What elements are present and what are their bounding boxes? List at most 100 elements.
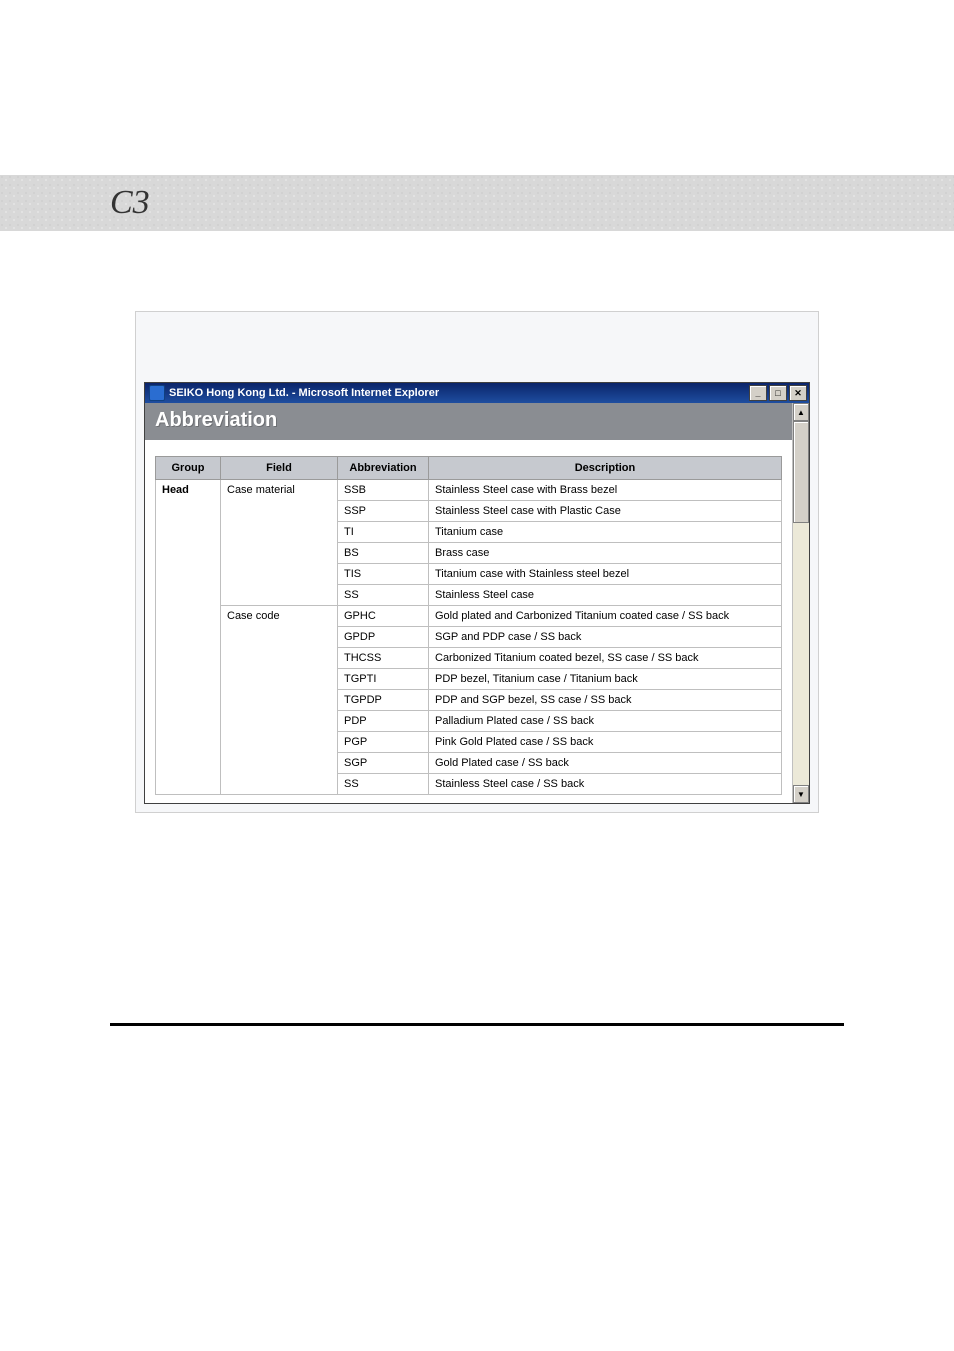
cell-abbr: TIS	[338, 564, 429, 585]
cell-desc: Gold Plated case / SS back	[429, 753, 782, 774]
cell-desc: Brass case	[429, 543, 782, 564]
table-row: SSPStainless Steel case with Plastic Cas…	[156, 501, 782, 522]
window-buttons: _ □ ✕	[749, 385, 807, 401]
cell-field: Case code	[221, 606, 338, 627]
table-row: BSBrass case	[156, 543, 782, 564]
cell-abbr: PDP	[338, 711, 429, 732]
cell-field	[221, 648, 338, 669]
cell-abbr: SS	[338, 585, 429, 606]
screenshot-frame: SEIKO Hong Kong Ltd. - Microsoft Interne…	[135, 311, 819, 813]
table-row: TISTitanium case with Stainless steel be…	[156, 564, 782, 585]
scroll-thumb[interactable]	[793, 421, 809, 523]
col-header-group: Group	[156, 457, 221, 480]
page-header-band: C3	[0, 175, 954, 231]
cell-desc: PDP and SGP bezel, SS case / SS back	[429, 690, 782, 711]
cell-field	[221, 690, 338, 711]
cell-desc: Stainless Steel case	[429, 585, 782, 606]
content-area: Abbreviation Group Field Abbreviation De…	[145, 403, 792, 803]
cell-group	[156, 648, 221, 669]
cell-field: Case material	[221, 480, 338, 501]
vertical-scrollbar[interactable]: ▲ ▼	[792, 403, 809, 803]
scroll-down-button[interactable]: ▼	[793, 785, 809, 803]
table-row: SGPGold Plated case / SS back	[156, 753, 782, 774]
close-button[interactable]: ✕	[789, 385, 807, 401]
cell-desc: Pink Gold Plated case / SS back	[429, 732, 782, 753]
table-row: THCSSCarbonized Titanium coated bezel, S…	[156, 648, 782, 669]
table-row: PGPPink Gold Plated case / SS back	[156, 732, 782, 753]
cell-abbr: THCSS	[338, 648, 429, 669]
cell-group	[156, 606, 221, 627]
cell-abbr: SS	[338, 774, 429, 795]
window-title: SEIKO Hong Kong Ltd. - Microsoft Interne…	[169, 387, 749, 399]
cell-group	[156, 753, 221, 774]
cell-group	[156, 732, 221, 753]
table-row: TGPDPPDP and SGP bezel, SS case / SS bac…	[156, 690, 782, 711]
cell-desc: Carbonized Titanium coated bezel, SS cas…	[429, 648, 782, 669]
cell-field	[221, 627, 338, 648]
abbreviation-table: Group Field Abbreviation Description Hea…	[155, 456, 782, 795]
ie-window: SEIKO Hong Kong Ltd. - Microsoft Interne…	[144, 382, 810, 804]
cell-abbr: BS	[338, 543, 429, 564]
table-header-row: Group Field Abbreviation Description	[156, 457, 782, 480]
cell-field	[221, 543, 338, 564]
cell-desc: Titanium case	[429, 522, 782, 543]
col-header-desc: Description	[429, 457, 782, 480]
table-row: Case codeGPHCGold plated and Carbonized …	[156, 606, 782, 627]
cell-group	[156, 690, 221, 711]
cell-group	[156, 543, 221, 564]
cell-field	[221, 774, 338, 795]
table-row: GPDPSGP and PDP case / SS back	[156, 627, 782, 648]
scroll-track[interactable]	[793, 421, 809, 785]
cell-abbr: TGPDP	[338, 690, 429, 711]
cell-abbr: GPDP	[338, 627, 429, 648]
cell-desc: Stainless Steel case with Plastic Case	[429, 501, 782, 522]
minimize-button[interactable]: _	[749, 385, 767, 401]
cell-group	[156, 669, 221, 690]
cell-abbr: SSP	[338, 501, 429, 522]
cell-group	[156, 627, 221, 648]
maximize-button[interactable]: □	[769, 385, 787, 401]
cell-abbr: PGP	[338, 732, 429, 753]
table-row: HeadCase materialSSBStainless Steel case…	[156, 480, 782, 501]
table-row: TGPTIPDP bezel, Titanium case / Titanium…	[156, 669, 782, 690]
cell-field	[221, 732, 338, 753]
cell-group	[156, 501, 221, 522]
window-titlebar: SEIKO Hong Kong Ltd. - Microsoft Interne…	[145, 383, 809, 403]
col-header-field: Field	[221, 457, 338, 480]
table-row: SSStainless Steel case	[156, 585, 782, 606]
cell-group	[156, 522, 221, 543]
cell-field	[221, 753, 338, 774]
header-ornament-glyph: C3	[0, 184, 150, 222]
table-container: Group Field Abbreviation Description Hea…	[145, 440, 792, 803]
cell-group	[156, 711, 221, 732]
scroll-up-button[interactable]: ▲	[793, 403, 809, 421]
cell-field	[221, 711, 338, 732]
cell-desc: Gold plated and Carbonized Titanium coat…	[429, 606, 782, 627]
cell-desc: Stainless Steel case / SS back	[429, 774, 782, 795]
table-row: PDPPalladium Plated case / SS back	[156, 711, 782, 732]
cell-field	[221, 522, 338, 543]
cell-abbr: SGP	[338, 753, 429, 774]
cell-abbr: SSB	[338, 480, 429, 501]
cell-desc: Palladium Plated case / SS back	[429, 711, 782, 732]
table-row: TITitanium case	[156, 522, 782, 543]
ie-icon	[149, 385, 165, 401]
cell-desc: Stainless Steel case with Brass bezel	[429, 480, 782, 501]
cell-abbr: GPHC	[338, 606, 429, 627]
cell-abbr: TGPTI	[338, 669, 429, 690]
table-row: SSStainless Steel case / SS back	[156, 774, 782, 795]
cell-field	[221, 669, 338, 690]
cell-field	[221, 501, 338, 522]
cell-group	[156, 564, 221, 585]
window-client-area: Abbreviation Group Field Abbreviation De…	[145, 403, 809, 803]
cell-field	[221, 585, 338, 606]
cell-desc: PDP bezel, Titanium case / Titanium back	[429, 669, 782, 690]
cell-group	[156, 774, 221, 795]
footer-rule	[110, 1023, 844, 1026]
cell-desc: Titanium case with Stainless steel bezel	[429, 564, 782, 585]
page-title: Abbreviation	[145, 403, 792, 440]
cell-group	[156, 585, 221, 606]
cell-field	[221, 564, 338, 585]
cell-group: Head	[156, 480, 221, 501]
cell-desc: SGP and PDP case / SS back	[429, 627, 782, 648]
